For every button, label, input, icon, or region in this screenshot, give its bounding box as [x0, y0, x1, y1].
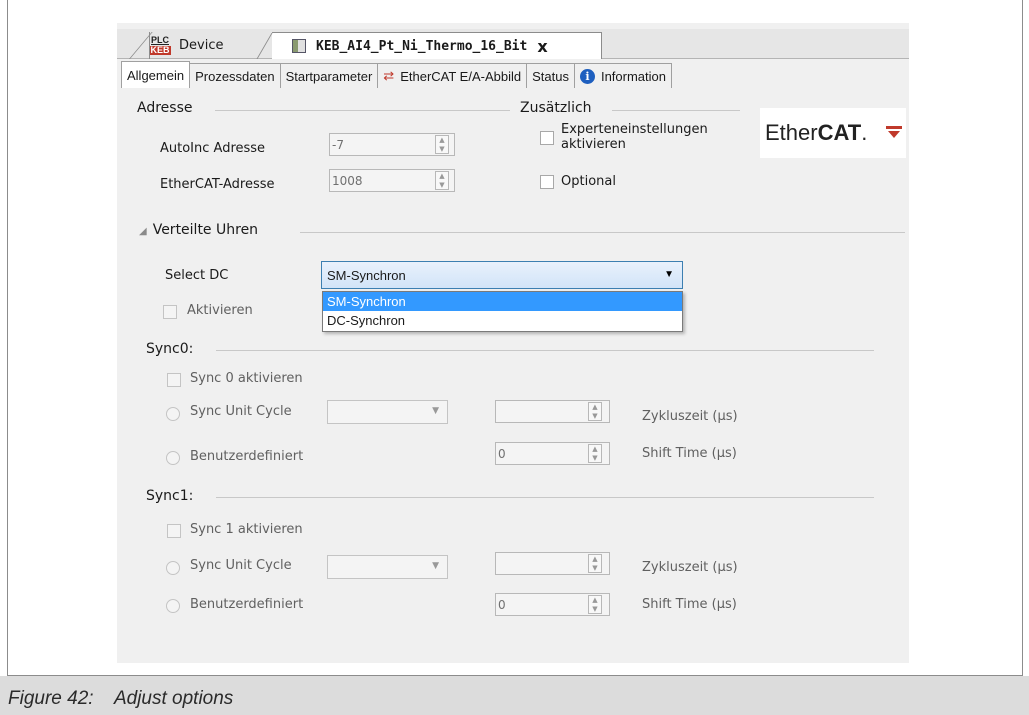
sync0-cycle-time-label: Zykluszeit (µs) [642, 409, 738, 424]
divider [215, 110, 510, 111]
chevron-down-icon: ▼ [432, 406, 439, 416]
option-dc-synchron[interactable]: DC-Synchron [323, 311, 682, 330]
optional-checkbox[interactable] [540, 175, 554, 189]
select-dc-label: Select DC [165, 268, 229, 283]
experten-checkbox[interactable] [540, 131, 554, 145]
tab-startparameter[interactable]: Startparameter [279, 63, 379, 88]
optional-label: Optional [561, 174, 616, 189]
experten-label: Experteneinstellungen aktivieren [561, 122, 708, 152]
sync1-enable-checkbox[interactable] [167, 524, 181, 538]
plc-icon: PLC KEB [149, 34, 171, 55]
option-sm-synchron[interactable]: SM-Synchron [323, 292, 682, 311]
sync1-cycle-time-label: Zykluszeit (µs) [642, 560, 738, 575]
collapse-triangle-icon: ◢ [139, 226, 147, 237]
ethercat-address-label: EtherCAT-Adresse [160, 177, 275, 192]
select-dc-options: SM-Synchron DC-Synchron [322, 291, 683, 332]
sync0-unit-cycle-label: Sync Unit Cycle [190, 404, 292, 419]
document-tab-bar: PLC KEB Device KEB_AI4_Pt_Ni_Thermo_16_B… [117, 29, 909, 59]
tab-module-label: KEB_AI4_Pt_Ni_Thermo_16_Bit [316, 38, 528, 54]
spin-arrows-icon[interactable]: ▲ ▼ [588, 554, 602, 573]
exchange-arrows-icon: ⇄ [383, 68, 395, 83]
spin-arrows-icon[interactable]: ▲ ▼ [588, 595, 602, 614]
spin-arrows-icon[interactable]: ▲ ▼ [588, 444, 602, 463]
adresse-title: Adresse [137, 100, 193, 116]
sync0-enable-checkbox[interactable] [167, 373, 181, 387]
tab-prozessdaten[interactable]: Prozessdaten [189, 63, 281, 88]
sync1-unit-cycle-combo[interactable]: ▼ [327, 555, 448, 579]
figure-caption: Figure 42: Adjust options [8, 688, 234, 709]
divider [216, 350, 874, 351]
chevron-down-icon: ▼ [432, 561, 439, 571]
sync1-custom-radio[interactable] [166, 599, 180, 613]
sync0-custom-radio[interactable] [166, 451, 180, 465]
sync0-title: Sync0: [146, 341, 194, 357]
aktivieren-label: Aktivieren [187, 303, 253, 318]
verteilte-uhren-title[interactable]: ◢ Verteilte Uhren [139, 222, 258, 238]
ethercat-logo: Ether CAT. [760, 108, 906, 158]
select-dc-dropdown[interactable]: SM-Synchron ▼ [321, 261, 683, 289]
sync1-unit-cycle-radio[interactable] [166, 561, 180, 575]
sync0-unit-cycle-combo[interactable]: ▼ [327, 400, 448, 424]
close-icon[interactable]: x [537, 37, 547, 56]
divider [300, 232, 905, 233]
tab-information[interactable]: i Information [573, 63, 673, 88]
sync1-title: Sync1: [146, 488, 194, 504]
divider [612, 110, 740, 111]
tab-status[interactable]: Status [526, 63, 575, 88]
divider [216, 497, 874, 498]
sync1-enable-label: Sync 1 aktivieren [190, 522, 303, 537]
spin-arrows-icon[interactable]: ▲ ▼ [435, 171, 449, 190]
tab-keb-module[interactable]: KEB_AI4_Pt_Ni_Thermo_16_Bit x [272, 32, 602, 59]
sub-tab-bar: Allgemein Prozessdaten Startparameter ⇄ … [121, 61, 673, 88]
module-icon [292, 39, 306, 53]
sync1-custom-label: Benutzerdefiniert [190, 597, 304, 612]
autoinc-label: AutoInc Adresse [160, 141, 266, 156]
zusaetzlich-title: Zusätzlich [520, 100, 592, 116]
tab-ethercat-io[interactable]: ⇄ EtherCAT E/A-Abbild [377, 63, 528, 88]
spin-arrows-icon[interactable]: ▲ ▼ [588, 402, 602, 421]
tab-allgemein[interactable]: Allgemein [121, 61, 191, 88]
sync1-unit-cycle-label: Sync Unit Cycle [190, 558, 292, 573]
sync0-enable-label: Sync 0 aktivieren [190, 371, 303, 386]
aktivieren-checkbox[interactable] [163, 305, 177, 319]
tab-device-label: Device [179, 38, 224, 53]
chevron-down-icon: ▼ [664, 269, 674, 280]
spin-arrows-icon[interactable]: ▲ ▼ [435, 135, 449, 154]
tab-device[interactable]: PLC KEB Device [129, 32, 279, 59]
sync0-custom-label: Benutzerdefiniert [190, 449, 304, 464]
info-icon: i [579, 68, 595, 84]
sync0-unit-cycle-radio[interactable] [166, 407, 180, 421]
sync1-shift-time-label: Shift Time (µs) [642, 597, 737, 612]
sync0-shift-time-label: Shift Time (µs) [642, 446, 737, 461]
